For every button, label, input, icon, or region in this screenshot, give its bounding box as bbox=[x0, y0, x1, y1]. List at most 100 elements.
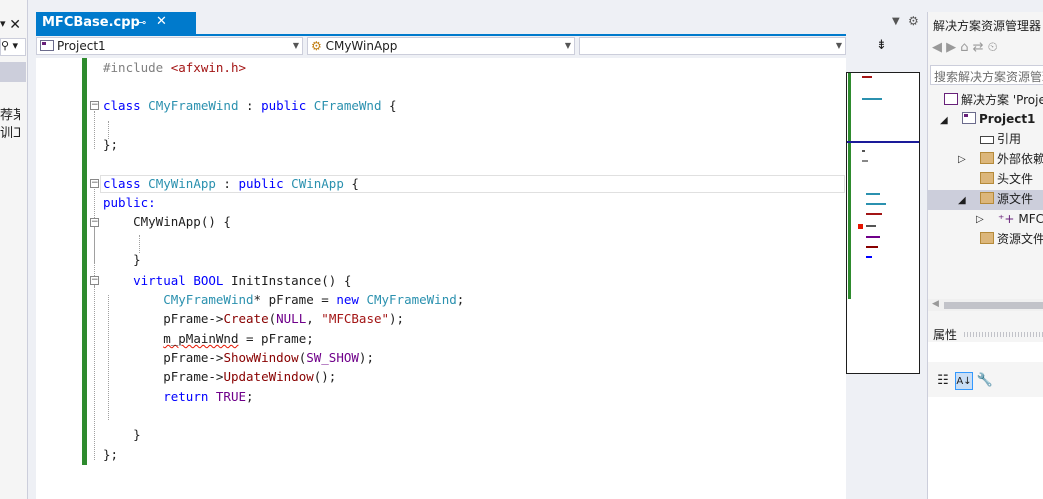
member-dropdown[interactable]: ▼ bbox=[579, 37, 846, 55]
fold-guide bbox=[94, 286, 95, 438]
tab-label: MFCBase.cpp bbox=[42, 15, 140, 30]
chevron-down-icon: ▼ bbox=[292, 41, 299, 50]
gear-icon[interactable]: ⚙ bbox=[908, 14, 919, 28]
solution-explorer-toolbar[interactable]: ◀ ▶ ⌂ ⇄ ⏲ bbox=[932, 40, 1043, 60]
code-line-3: class CMyFrameWind : public CFrameWnd { bbox=[103, 98, 397, 113]
collapse-icon[interactable]: − bbox=[90, 276, 99, 285]
minimap-line bbox=[866, 193, 880, 195]
scrollbar-minimap[interactable] bbox=[846, 72, 920, 374]
scope-dropdown[interactable]: ⚙ CMyWinApp ▼ bbox=[307, 37, 575, 55]
tree-item-header-files[interactable]: 头文件 bbox=[980, 170, 1033, 189]
code-line-20: } bbox=[103, 427, 141, 442]
tree-item-mfcbase-cpp[interactable]: ⁺+MFCBase.cpp bbox=[998, 210, 1043, 229]
tree-item-project[interactable]: Project1 bbox=[962, 110, 1035, 129]
left-search-button[interactable]: ⚲ ▾ bbox=[0, 38, 26, 56]
minimap-error-marker bbox=[858, 224, 863, 229]
navigation-bar: Project1 ▼ ⚙ CMyWinApp ▼ ▼ bbox=[36, 36, 926, 58]
wrench-icon[interactable]: 🔧 bbox=[976, 372, 994, 390]
categorized-icon[interactable]: ☷ bbox=[934, 372, 952, 390]
code-line-9: CMyWinApp() { bbox=[103, 214, 231, 229]
collapse-icon[interactable]: − bbox=[90, 218, 99, 227]
split-window-icon[interactable]: ⇟ bbox=[876, 38, 887, 53]
collapse-icon[interactable]: − bbox=[90, 179, 99, 188]
code-line-17: pFrame->UpdateWindow(); bbox=[163, 369, 337, 384]
close-tab-icon[interactable]: ✕ bbox=[156, 14, 167, 29]
search-icon: ⚲ ▾ bbox=[1, 39, 19, 52]
references-icon bbox=[980, 136, 994, 144]
collapsed-arrow-icon[interactable]: ▷ bbox=[976, 214, 984, 225]
error-squiggle: m_pMainWnd bbox=[163, 331, 239, 346]
minimap-line bbox=[866, 246, 878, 248]
minimap-line bbox=[866, 203, 886, 205]
code-line-15: m_pMainWnd = pFrame; bbox=[163, 331, 314, 346]
minimap-line bbox=[862, 76, 872, 78]
scroll-left-icon[interactable]: ◀ bbox=[932, 299, 939, 309]
folder-icon bbox=[980, 232, 994, 244]
code-line-11: } bbox=[103, 252, 141, 267]
chevron-down-icon: ▼ bbox=[564, 41, 571, 50]
tree-item-references[interactable]: 引用 bbox=[980, 130, 1021, 149]
chevron-down-icon: ▼ bbox=[835, 41, 842, 50]
pin-icon[interactable]: ⊸ bbox=[137, 16, 146, 29]
tab-mfcbase-cpp[interactable]: MFCBase.cpp ⊸ ✕ bbox=[36, 12, 196, 34]
code-line-21: }; bbox=[103, 447, 119, 462]
minimap-viewport-marker[interactable] bbox=[847, 141, 919, 143]
change-tracking-bar bbox=[82, 58, 87, 465]
document-tab-bar: MFCBase.cpp ⊸ ✕ bbox=[28, 12, 925, 36]
properties-title: 属性 bbox=[933, 328, 958, 342]
folder-icon bbox=[980, 152, 994, 164]
code-line-1: #include <afxwin.h> bbox=[103, 60, 246, 75]
horizontal-scrollbar[interactable]: ◀ bbox=[928, 299, 1043, 311]
tree-item-solution[interactable]: 解决方案 'Project1' bbox=[944, 91, 1043, 110]
left-tool-window: ▾ ✕ ⚲ ▾ 荐某 训工 bbox=[0, 0, 28, 499]
fold-guide bbox=[94, 228, 95, 263]
code-line-16: pFrame->ShowWindow(SW_SHOW); bbox=[163, 350, 374, 365]
minimap-line bbox=[866, 213, 882, 215]
properties-grid[interactable] bbox=[928, 397, 1043, 499]
alphabetical-sort-icon[interactable]: A↓ bbox=[955, 372, 973, 390]
project-label: Project1 bbox=[57, 39, 106, 53]
left-text-2: 训工 bbox=[0, 126, 20, 141]
expanded-arrow-icon[interactable]: ◢ bbox=[958, 195, 966, 206]
code-line-18: return TRUE; bbox=[163, 389, 254, 404]
collapse-icon[interactable]: − bbox=[90, 101, 99, 110]
left-text-1: 荐某 bbox=[0, 108, 20, 123]
code-line-8: public: bbox=[103, 195, 156, 210]
fold-guide bbox=[94, 111, 95, 149]
minimap-change-bar bbox=[848, 73, 851, 299]
solution-search-input[interactable]: 搜索解决方案资源管理器 bbox=[930, 65, 1043, 85]
code-line-13: CMyFrameWind* pFrame = new CMyFrameWind; bbox=[163, 292, 465, 307]
scrollbar-thumb[interactable] bbox=[944, 302, 1043, 309]
minimap-line bbox=[862, 98, 882, 100]
pin-dropdown-icon[interactable]: ▾ bbox=[0, 17, 6, 30]
minimap-line bbox=[862, 150, 865, 152]
minimap-line bbox=[866, 236, 880, 238]
left-selected-row[interactable] bbox=[0, 62, 26, 82]
properties-toolbar: ☷ A↓ 🔧 bbox=[934, 372, 997, 390]
code-line-7: class CMyWinApp : public CWinApp { bbox=[103, 176, 359, 191]
class-icon: ⚙ bbox=[311, 39, 322, 53]
solution-icon bbox=[944, 93, 958, 105]
solution-explorer-panel: 解决方案资源管理器 ◀ ▶ ⌂ ⇄ ⏲ 搜索解决方案资源管理器 解决方案 'Pr… bbox=[927, 12, 1043, 499]
tab-list-dropdown-icon[interactable]: ▼ bbox=[892, 16, 900, 27]
project-icon bbox=[40, 40, 54, 51]
project-dropdown[interactable]: Project1 ▼ bbox=[36, 37, 303, 55]
solution-explorer-title: 解决方案资源管理器 bbox=[933, 19, 1042, 33]
code-line-14: pFrame->Create(NULL, "MFCBase"); bbox=[163, 311, 405, 326]
code-line-5: }; bbox=[103, 137, 119, 152]
properties-object-dropdown[interactable] bbox=[928, 342, 1043, 362]
folder-icon bbox=[980, 192, 994, 204]
collapsed-arrow-icon[interactable]: ▷ bbox=[958, 154, 966, 165]
cpp-file-icon: ⁺+ bbox=[998, 212, 1015, 226]
minimap-line bbox=[862, 160, 868, 162]
code-line-12: virtual BOOL InitInstance() { bbox=[133, 273, 352, 288]
close-icon[interactable]: ✕ bbox=[9, 17, 21, 33]
minimap-line bbox=[866, 225, 876, 227]
minimap-line bbox=[866, 256, 872, 258]
tree-item-resource-files[interactable]: 资源文件 bbox=[980, 230, 1043, 249]
tree-item-source-files[interactable]: 源文件 bbox=[980, 190, 1033, 209]
folder-icon bbox=[980, 172, 994, 184]
tree-item-external-deps[interactable]: 外部依赖项 bbox=[980, 150, 1043, 169]
expanded-arrow-icon[interactable]: ◢ bbox=[940, 115, 948, 126]
panel-grip[interactable] bbox=[964, 332, 1043, 337]
